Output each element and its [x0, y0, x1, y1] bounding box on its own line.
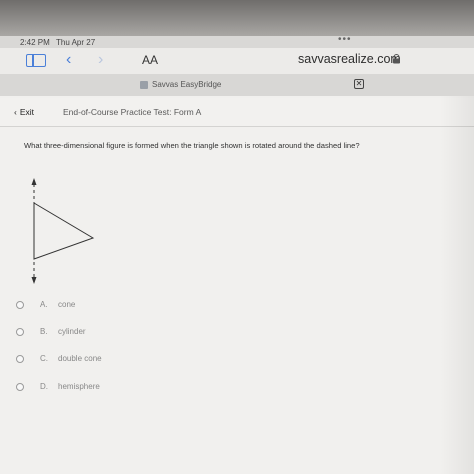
- triangle: [33, 202, 95, 260]
- option-text: cone: [58, 300, 76, 309]
- option-letter: A.: [40, 300, 48, 309]
- radio-button[interactable]: [16, 355, 24, 363]
- bezel-shadow: [0, 0, 474, 36]
- multitasking-dots-icon[interactable]: •••: [338, 34, 352, 45]
- text-size-button[interactable]: AA: [142, 53, 158, 67]
- chevron-left-icon: ‹: [14, 107, 17, 117]
- sidebar-icon[interactable]: [26, 54, 46, 67]
- tab-bar: Savvas EasyBridge ✕: [0, 74, 474, 96]
- site-favicon-icon: [140, 81, 148, 89]
- app-header: ‹ Exit End-of-Course Practice Test: Form …: [0, 98, 474, 127]
- exit-button[interactable]: ‹ Exit: [14, 107, 34, 117]
- axis-arrow-top: [31, 178, 37, 185]
- chevron-right-icon[interactable]: ›: [98, 51, 103, 69]
- option-letter: C.: [40, 354, 48, 363]
- tab-label: Savvas EasyBridge: [152, 80, 222, 89]
- screen-shading: [440, 96, 474, 474]
- radio-button[interactable]: [16, 328, 24, 336]
- option-letter: B.: [40, 327, 48, 336]
- option-text: double cone: [58, 354, 102, 363]
- chevron-left-icon[interactable]: ‹: [66, 51, 71, 69]
- status-date: Thu Apr 27: [56, 38, 96, 47]
- option-text: cylinder: [58, 327, 86, 336]
- radio-button[interactable]: [16, 301, 24, 309]
- tab-easybridge[interactable]: Savvas EasyBridge: [126, 76, 348, 94]
- question-text: What three-dimensional figure is formed …: [24, 141, 360, 150]
- status-bar: 2:42 PM Thu Apr 27 •••: [0, 34, 474, 48]
- option-text: hemisphere: [58, 382, 100, 391]
- status-time: 2:42 PM: [20, 38, 50, 47]
- tablet-screen: 2:42 PM Thu Apr 27 ••• ‹ › AA savvasreal…: [0, 0, 474, 474]
- browser-toolbar: ‹ › AA savvasrealize.com: [0, 48, 474, 74]
- option-letter: D.: [40, 382, 48, 391]
- axis-arrow-bottom: [31, 277, 37, 284]
- triangle-figure: [31, 178, 95, 284]
- close-icon[interactable]: ✕: [354, 79, 364, 89]
- address-bar-url[interactable]: savvasrealize.com: [298, 52, 401, 66]
- radio-button[interactable]: [16, 383, 24, 391]
- exit-label: Exit: [19, 107, 35, 117]
- test-title: End-of-Course Practice Test: Form A: [63, 107, 202, 117]
- lock-icon: [393, 54, 400, 64]
